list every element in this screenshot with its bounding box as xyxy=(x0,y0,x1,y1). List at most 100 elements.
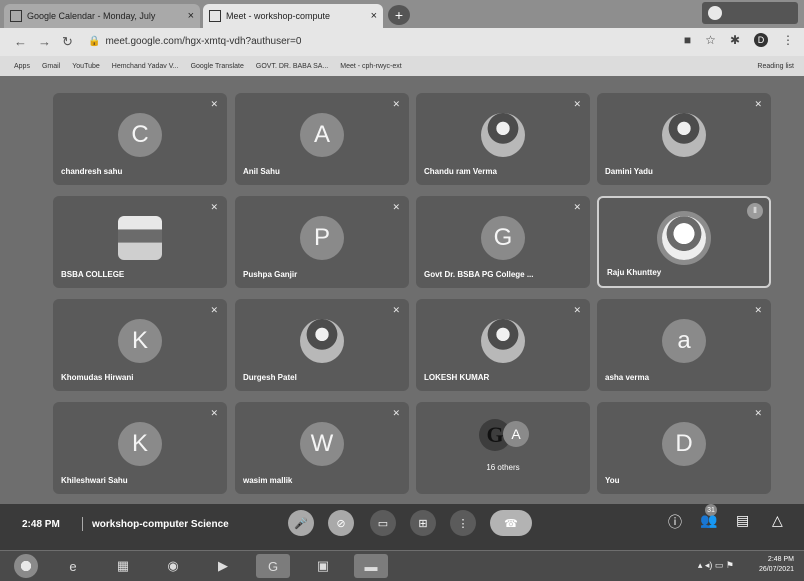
start-button[interactable] xyxy=(14,554,38,578)
participant-tile[interactable]: ✕ K Khileshwari Sahu xyxy=(53,402,227,494)
participant-name: asha verma xyxy=(605,373,650,382)
activities-icon[interactable]: △ xyxy=(772,512,783,529)
participant-tile[interactable]: ✕ Wwasim mallik xyxy=(235,402,409,494)
participant-tile[interactable]: ✕ Chandu ram Verma xyxy=(416,93,590,185)
reading-list[interactable]: Reading list xyxy=(757,63,794,70)
participant-name: Khomudas Hirwani xyxy=(61,373,134,382)
captions-button[interactable]: ▭ xyxy=(370,510,396,536)
url-field[interactable]: 🔒 meet.google.com/hgx-xmtq-vdh?authuser=0 xyxy=(88,36,301,47)
camera-off-icon: ⊘ xyxy=(336,517,346,530)
tab-close-icon[interactable]: × xyxy=(188,10,194,22)
profile-avatar[interactable]: D xyxy=(754,33,768,47)
muted-mic-icon: ✕ xyxy=(754,99,762,109)
ie-icon[interactable]: e xyxy=(56,554,90,578)
participant-tile[interactable]: ✕ Damini Yadu xyxy=(597,93,771,185)
participant-name: wasim mallik xyxy=(243,476,293,485)
meet-favicon-icon xyxy=(209,10,221,22)
avatar xyxy=(300,319,344,364)
participant-name: Raju Khunttey xyxy=(607,268,662,277)
avatar: K xyxy=(118,319,162,364)
record-icon xyxy=(708,6,722,20)
avatar xyxy=(118,216,162,261)
bookmark-apps[interactable]: Apps xyxy=(14,63,30,70)
windows-taskbar: e ▦ ◉ ▶ G ▣ ▬ ▴ ◂) ▭ ⚑ 2:48 PM 26/07/202… xyxy=(0,551,804,581)
participant-name: Anil Sahu xyxy=(243,167,280,176)
participant-tile[interactable]: ✕ P Pushpa Ganjir xyxy=(235,196,409,288)
bookmark-gmail[interactable]: Gmail xyxy=(42,63,60,70)
reload-icon[interactable]: ↻ xyxy=(62,34,73,50)
forward-icon[interactable]: → xyxy=(38,34,51,49)
avatar: C xyxy=(118,113,162,158)
menu-icon[interactable]: ⋮ xyxy=(782,33,794,47)
more-options-button[interactable]: ⋮ xyxy=(450,510,476,536)
avatar: K xyxy=(118,422,162,467)
app-icon[interactable]: ▣ xyxy=(306,554,340,578)
captions-icon: ▭ xyxy=(377,517,389,530)
avatar: G xyxy=(481,216,525,261)
muted-mic-icon: ✕ xyxy=(210,99,218,109)
avatar: D xyxy=(662,422,706,467)
window-controls[interactable] xyxy=(702,2,798,24)
muted-mic-icon: ✕ xyxy=(392,408,400,418)
tab-meet[interactable]: Meet - workshop-compute × xyxy=(203,4,383,28)
media-icon[interactable]: ▶ xyxy=(206,554,240,578)
participant-name: You xyxy=(605,476,620,485)
present-icon: ⊞ xyxy=(418,517,428,530)
muted-mic-icon: ✕ xyxy=(754,408,762,418)
meet-controls-bar: 2:48 PM workshop-computer Science 🎤 ⊘ ▭ … xyxy=(0,504,804,550)
tray-icons[interactable]: ▴ ◂) ▭ ⚑ xyxy=(698,560,734,571)
tab-google-calendar[interactable]: Google Calendar - Monday, July × xyxy=(4,4,200,28)
separator xyxy=(82,517,83,531)
muted-mic-icon: ✕ xyxy=(392,202,400,212)
media-player-icon[interactable]: ◉ xyxy=(156,554,190,578)
participant-name: Damini Yadu xyxy=(605,167,653,176)
explorer-icon[interactable]: ▦ xyxy=(106,554,140,578)
people-icon[interactable]: 👥 xyxy=(700,512,717,529)
bookmark-hemchand[interactable]: Hemchand Yadav V... xyxy=(112,63,179,70)
participant-name: chandresh sahu xyxy=(61,167,123,176)
participant-name: Durgesh Patel xyxy=(243,373,297,382)
back-icon[interactable]: ← xyxy=(14,34,27,49)
extensions-icon[interactable]: ✱ xyxy=(730,33,740,47)
participant-tile[interactable]: G A 16 others xyxy=(416,402,590,494)
bookmark-translate[interactable]: Google Translate xyxy=(191,63,244,70)
bookmark-govt[interactable]: GOVT. DR. BABA SA... xyxy=(256,63,328,70)
tab-close-icon[interactable]: × xyxy=(371,10,377,22)
bookmark-youtube[interactable]: YouTube xyxy=(72,63,100,70)
more-icon: ⋮ xyxy=(457,517,469,530)
mic-off-button[interactable]: 🎤 xyxy=(288,510,314,536)
camera-indicator-icon[interactable]: ■ xyxy=(684,33,691,47)
star-icon[interactable]: ☆ xyxy=(705,33,716,47)
muted-mic-icon: ✕ xyxy=(210,305,218,315)
avatar: W xyxy=(300,422,344,467)
info-icon[interactable]: ⓘ xyxy=(668,512,682,532)
participant-name: Govt Dr. BSBA PG College ... xyxy=(424,270,534,279)
bookmarks-bar: Apps Gmail YouTube Hemchand Yadav V... G… xyxy=(0,56,804,76)
end-call-button[interactable]: ☎ xyxy=(490,510,532,536)
others-avatars: GA xyxy=(473,417,533,453)
new-tab-button[interactable]: + xyxy=(388,5,410,25)
tab-title: Meet - workshop-compute xyxy=(226,11,331,21)
chat-icon[interactable]: ▤ xyxy=(736,512,749,529)
participant-tile[interactable]: ✕ Cchandresh sahu xyxy=(53,93,227,185)
bookmark-meet[interactable]: Meet - cph-rwyc-ext xyxy=(340,63,401,70)
participant-tile[interactable]: ✕ Durgesh Patel xyxy=(235,299,409,391)
present-button[interactable]: ⊞ xyxy=(410,510,436,536)
participant-tile[interactable]: ✕ K Khomudas Hirwani xyxy=(53,299,227,391)
participant-tile[interactable]: ✕ G Govt Dr. BSBA PG College ... xyxy=(416,196,590,288)
avatar xyxy=(481,113,525,158)
avatar xyxy=(481,319,525,364)
participant-tile[interactable]: ✕ LOKESH KUMAR xyxy=(416,299,590,391)
chrome-icon[interactable]: G xyxy=(256,554,290,578)
muted-mic-icon: ✕ xyxy=(392,305,400,315)
address-bar-actions: ■ ☆ ✱ D ⋮ xyxy=(684,33,794,47)
clock[interactable]: 2:48 PM 26/07/2021 xyxy=(759,555,794,575)
participant-tile[interactable]: ⦀ Raju Khunttey xyxy=(597,196,771,288)
camera-off-button[interactable]: ⊘ xyxy=(328,510,354,536)
app2-icon[interactable]: ▬ xyxy=(354,554,388,578)
participant-tile[interactable]: ✕ D You xyxy=(597,402,771,494)
avatar xyxy=(662,216,706,261)
participant-tile[interactable]: ✕ a asha verma xyxy=(597,299,771,391)
participant-tile[interactable]: ✕ BSBA COLLEGE xyxy=(53,196,227,288)
participant-tile[interactable]: ✕ A Anil Sahu xyxy=(235,93,409,185)
